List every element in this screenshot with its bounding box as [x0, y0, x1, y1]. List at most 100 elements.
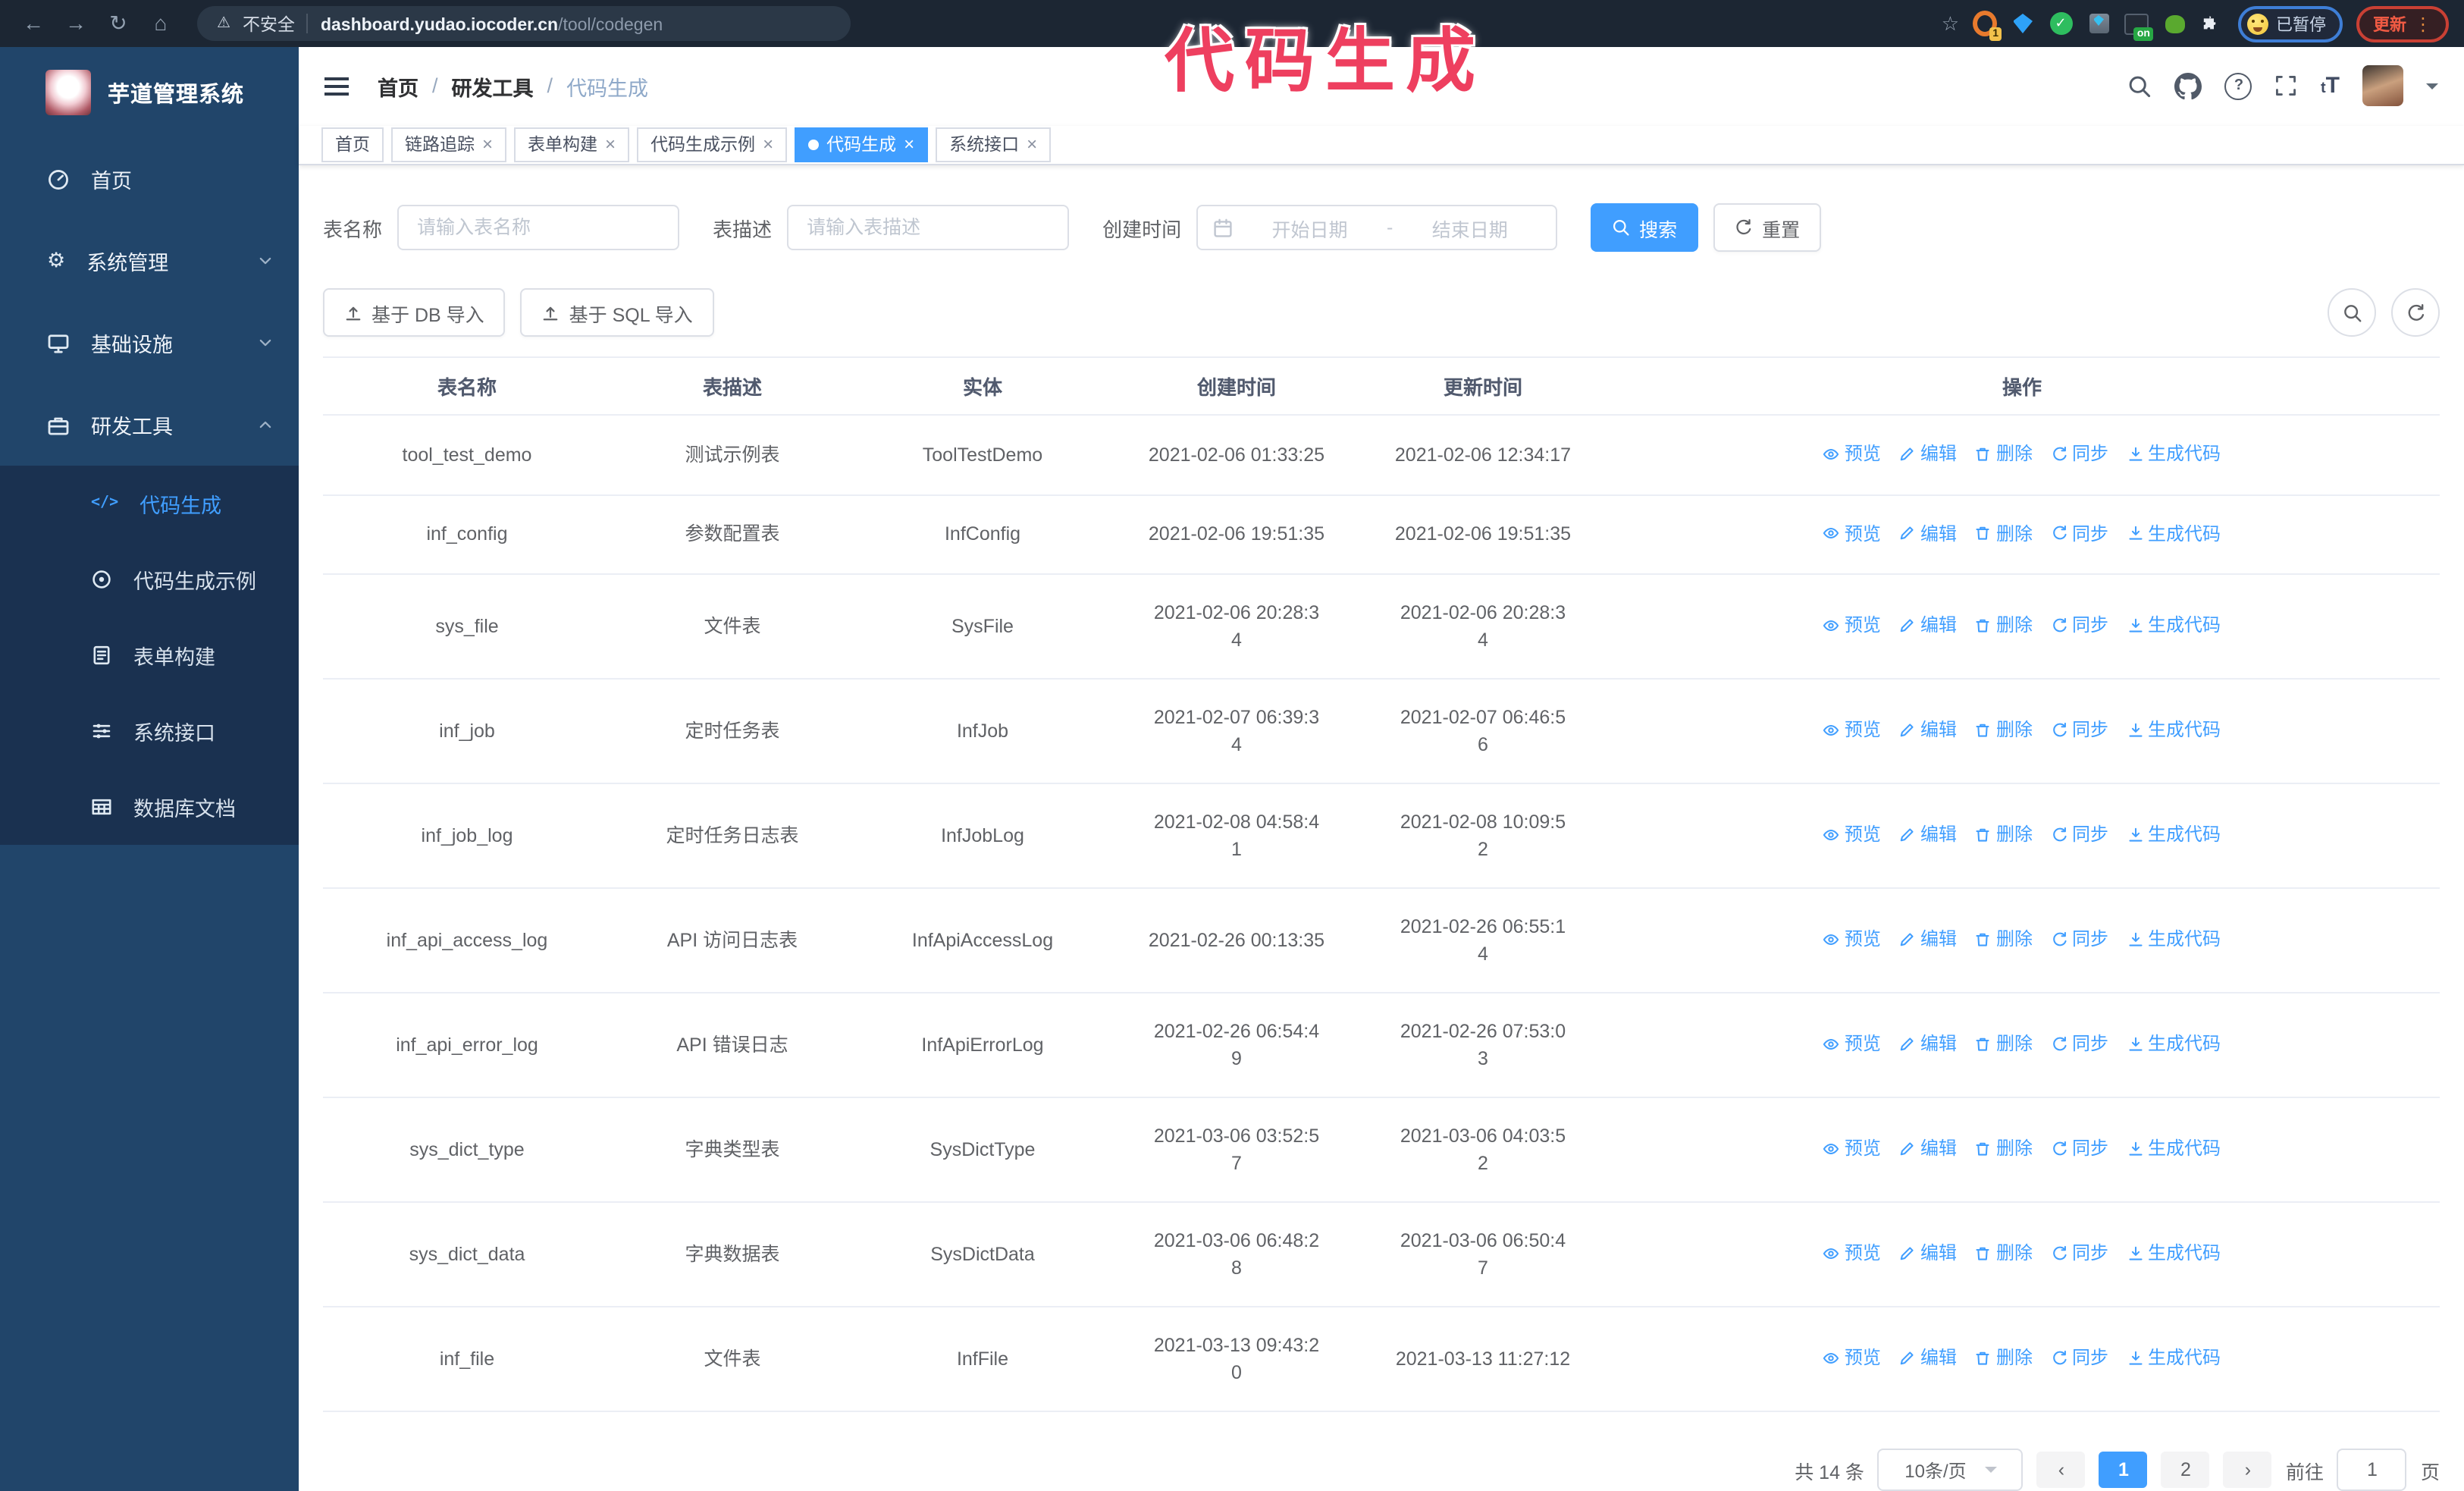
- action-delete-link[interactable]: 删除: [1975, 1240, 2033, 1267]
- font-size-icon[interactable]: tT: [2321, 73, 2340, 100]
- action-eye-link[interactable]: 预览: [1823, 1135, 1881, 1163]
- action-eye-link[interactable]: 预览: [1823, 612, 1881, 639]
- action-edit-link[interactable]: 编辑: [1899, 1345, 1957, 1372]
- app-logo[interactable]: 芋道管理系统: [0, 47, 299, 138]
- tag-1[interactable]: 首页: [321, 127, 384, 162]
- action-edit-link[interactable]: 编辑: [1899, 519, 1957, 547]
- action-download-link[interactable]: 生成代码: [2127, 519, 2221, 547]
- browser-update-button[interactable]: 更新 ⋮: [2356, 5, 2449, 42]
- close-icon[interactable]: ×: [763, 136, 773, 154]
- action-download-link[interactable]: 生成代码: [2127, 1240, 2221, 1267]
- browser-reload-icon[interactable]: ↻: [100, 0, 136, 47]
- action-sync-link[interactable]: 同步: [2051, 440, 2108, 467]
- prev-page-button[interactable]: ‹: [2036, 1452, 2086, 1488]
- sidebar-item-4[interactable]: 研发工具: [0, 384, 299, 466]
- action-sync-link[interactable]: 同步: [2051, 612, 2108, 639]
- date-range-picker[interactable]: 开始日期 - 结束日期: [1196, 205, 1558, 250]
- browser-back-icon[interactable]: ←: [15, 0, 52, 47]
- bookmark-star-icon[interactable]: ☆: [1942, 11, 1959, 36]
- tag-4[interactable]: 代码生成示例 ×: [637, 127, 788, 162]
- show-search-button[interactable]: [2328, 288, 2376, 337]
- page-button-2[interactable]: 2: [2161, 1452, 2210, 1488]
- action-sync-link[interactable]: 同步: [2051, 519, 2108, 547]
- action-sync-link[interactable]: 同步: [2051, 1345, 2108, 1372]
- fullscreen-icon[interactable]: [2275, 75, 2298, 98]
- browser-home-icon[interactable]: ⌂: [143, 0, 179, 47]
- action-delete-link[interactable]: 删除: [1975, 1135, 2033, 1163]
- tag-6[interactable]: 系统接口 ×: [936, 127, 1052, 162]
- menu-dots-icon[interactable]: ⋮: [2414, 13, 2432, 34]
- caret-down-icon[interactable]: [2426, 83, 2438, 96]
- import-db-button[interactable]: 基于 DB 导入: [323, 288, 506, 337]
- action-eye-link[interactable]: 预览: [1823, 1031, 1881, 1058]
- address-bar[interactable]: ⚠ 不安全 dashboard.yudao.iocoder.cn/tool/co…: [197, 6, 851, 41]
- action-edit-link[interactable]: 编辑: [1899, 612, 1957, 639]
- browser-forward-icon[interactable]: →: [58, 0, 94, 47]
- close-icon[interactable]: ×: [904, 136, 914, 154]
- action-delete-link[interactable]: 删除: [1975, 1031, 2033, 1058]
- action-delete-link[interactable]: 删除: [1975, 612, 2033, 639]
- grid-extension-icon[interactable]: [2086, 11, 2111, 36]
- blue-gem-extension-icon[interactable]: [2011, 11, 2035, 36]
- sidebar-item-3[interactable]: 基础设施: [0, 302, 299, 384]
- action-edit-link[interactable]: 编辑: [1899, 1135, 1957, 1163]
- action-eye-link[interactable]: 预览: [1823, 440, 1881, 467]
- close-icon[interactable]: ×: [1027, 136, 1037, 154]
- action-eye-link[interactable]: 预览: [1823, 1345, 1881, 1372]
- action-sync-link[interactable]: 同步: [2051, 717, 2108, 744]
- tag-3[interactable]: 表单构建 ×: [514, 127, 630, 162]
- close-icon[interactable]: ×: [482, 136, 493, 154]
- submenu-item-2[interactable]: 代码生成示例: [0, 541, 299, 617]
- action-eye-link[interactable]: 预览: [1823, 1240, 1881, 1267]
- breadcrumb-home[interactable]: 首页: [378, 71, 419, 102]
- action-delete-link[interactable]: 删除: [1975, 1345, 2033, 1372]
- hamburger-icon[interactable]: [324, 77, 349, 96]
- action-eye-link[interactable]: 预览: [1823, 717, 1881, 744]
- action-eye-link[interactable]: 预览: [1823, 519, 1881, 547]
- action-download-link[interactable]: 生成代码: [2127, 1345, 2221, 1372]
- page-size-select[interactable]: 10条/页: [1877, 1449, 2024, 1491]
- action-download-link[interactable]: 生成代码: [2127, 1135, 2221, 1163]
- sidebar-item-2[interactable]: ⚙ 系统管理: [0, 220, 299, 302]
- action-sync-link[interactable]: 同步: [2051, 926, 2108, 953]
- close-icon[interactable]: ×: [605, 136, 616, 154]
- submenu-item-5[interactable]: 数据库文档: [0, 769, 299, 845]
- orange-extension-icon[interactable]: 1: [1973, 11, 2002, 40]
- paused-extension-pill[interactable]: 已暂停: [2238, 5, 2343, 42]
- action-edit-link[interactable]: 编辑: [1899, 821, 1957, 849]
- action-delete-link[interactable]: 删除: [1975, 821, 2033, 849]
- green-animal-extension-icon[interactable]: [2162, 11, 2187, 36]
- github-icon[interactable]: [2174, 72, 2202, 100]
- breadcrumb-devtools[interactable]: 研发工具: [452, 71, 534, 102]
- tag-5[interactable]: 代码生成 ×: [795, 127, 929, 162]
- action-edit-link[interactable]: 编辑: [1899, 1240, 1957, 1267]
- action-download-link[interactable]: 生成代码: [2127, 1031, 2221, 1058]
- action-edit-link[interactable]: 编辑: [1899, 926, 1957, 953]
- action-sync-link[interactable]: 同步: [2051, 1135, 2108, 1163]
- submenu-item-3[interactable]: 表单构建: [0, 617, 299, 693]
- action-delete-link[interactable]: 删除: [1975, 440, 2033, 467]
- import-sql-button[interactable]: 基于 SQL 导入: [520, 288, 714, 337]
- action-sync-link[interactable]: 同步: [2051, 821, 2108, 849]
- green-check-extension-icon[interactable]: ✓: [2049, 11, 2073, 36]
- goto-page-input[interactable]: [2337, 1449, 2407, 1491]
- action-sync-link[interactable]: 同步: [2051, 1240, 2108, 1267]
- user-avatar[interactable]: [2362, 65, 2403, 107]
- action-delete-link[interactable]: 删除: [1975, 519, 2033, 547]
- puzzle-extensions-icon[interactable]: [2200, 11, 2224, 36]
- submenu-item-1[interactable]: </> 代码生成: [0, 466, 299, 541]
- next-page-button[interactable]: ›: [2223, 1452, 2272, 1488]
- table-name-input[interactable]: [397, 205, 680, 250]
- submenu-item-4[interactable]: 系统接口: [0, 693, 299, 769]
- action-delete-link[interactable]: 删除: [1975, 717, 2033, 744]
- search-icon[interactable]: [2128, 74, 2152, 99]
- action-eye-link[interactable]: 预览: [1823, 821, 1881, 849]
- action-download-link[interactable]: 生成代码: [2127, 717, 2221, 744]
- dark-on-extension-icon[interactable]: on: [2124, 11, 2153, 40]
- search-button[interactable]: 搜索: [1591, 203, 1699, 252]
- tag-2[interactable]: 链路追踪 ×: [391, 127, 507, 162]
- action-download-link[interactable]: 生成代码: [2127, 821, 2221, 849]
- page-button-1[interactable]: 1: [2099, 1452, 2148, 1488]
- action-edit-link[interactable]: 编辑: [1899, 440, 1957, 467]
- reset-button[interactable]: 重置: [1713, 203, 1822, 252]
